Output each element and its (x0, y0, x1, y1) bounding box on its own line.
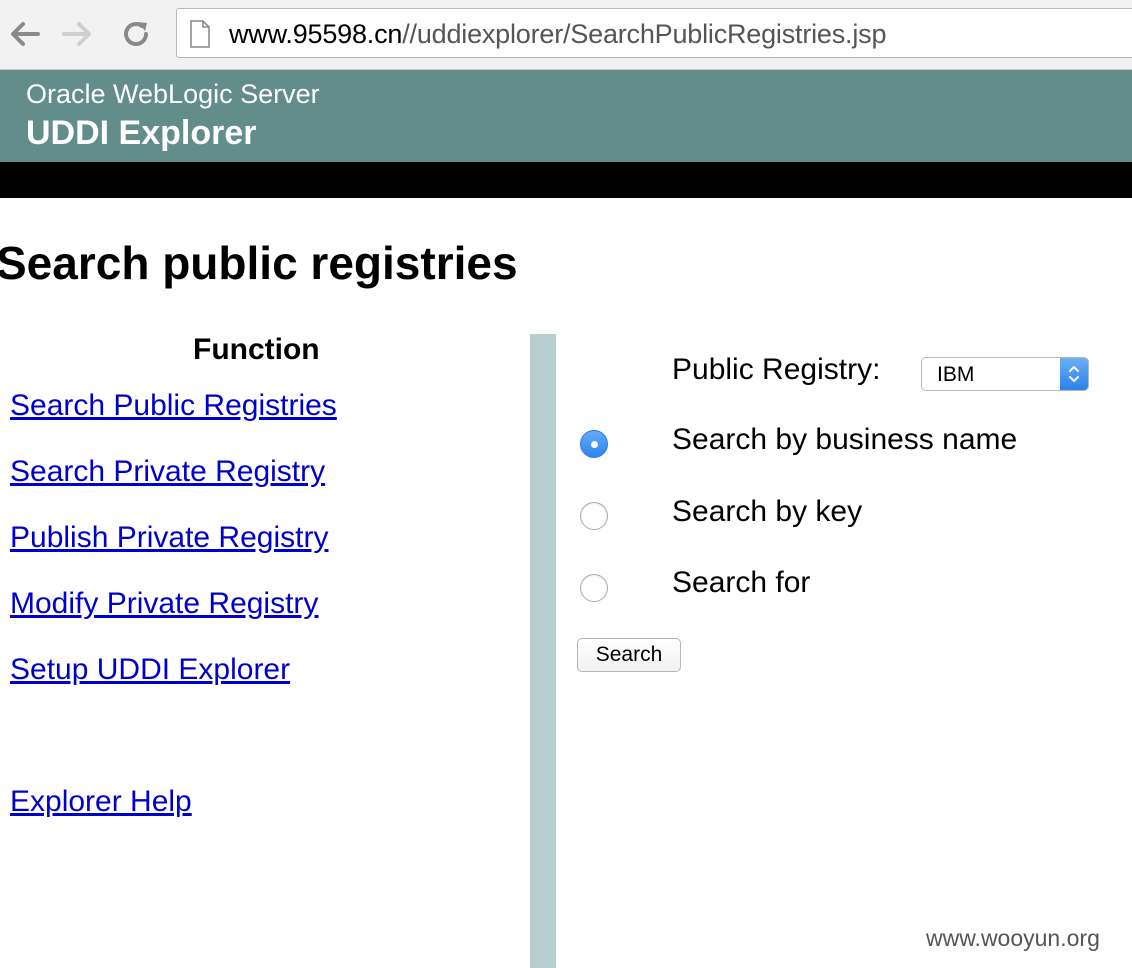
radio-search-for[interactable] (580, 574, 608, 602)
radio-search-by-key[interactable] (580, 502, 608, 530)
url-host: www.95598.cn (229, 19, 403, 49)
public-registry-value: IBM (937, 363, 975, 386)
link-search-private-registry[interactable]: Search Private Registry (10, 455, 325, 489)
reload-icon[interactable] (116, 14, 156, 54)
url-path: //uddiexplorer/SearchPublicRegistries.js… (402, 19, 887, 49)
link-search-public-registries[interactable]: Search Public Registries (10, 389, 337, 423)
column-divider (530, 334, 556, 968)
radio-selected-dot (591, 441, 598, 448)
address-bar[interactable]: www.95598.cn//uddiexplorer/SearchPublicR… (176, 8, 1132, 58)
header-divider-bar (0, 162, 1132, 198)
page-icon (189, 20, 211, 53)
link-modify-private-registry[interactable]: Modify Private Registry (10, 587, 318, 621)
back-arrow-icon[interactable] (4, 14, 44, 54)
url-text: www.95598.cn//uddiexplorer/SearchPublicR… (229, 19, 886, 50)
label-search-by-business-name: Search by business name (672, 423, 1018, 456)
function-heading: Function (193, 333, 320, 366)
radio-search-by-business-name[interactable] (580, 430, 608, 458)
watermark-text: www.wooyun.org (926, 925, 1100, 951)
public-registry-select[interactable]: IBM (921, 357, 1089, 391)
forward-arrow-icon[interactable] (58, 14, 98, 54)
label-search-by-key: Search by key (672, 495, 863, 528)
product-name: Oracle WebLogic Server (26, 79, 320, 109)
label-search-for: Search for (672, 566, 811, 599)
link-publish-private-registry[interactable]: Publish Private Registry (10, 521, 328, 555)
app-name: UDDI Explorer (26, 114, 257, 152)
link-explorer-help[interactable]: Explorer Help (10, 785, 192, 819)
search-button[interactable]: Search (577, 638, 681, 672)
select-arrows-icon (1060, 358, 1088, 390)
link-setup-uddi-explorer[interactable]: Setup UDDI Explorer (10, 653, 290, 687)
public-registry-label: Public Registry: (672, 353, 881, 386)
page-title: Search public registries (0, 237, 518, 289)
app-header: Oracle WebLogic Server UDDI Explorer (0, 70, 1132, 162)
browser-toolbar: www.95598.cn//uddiexplorer/SearchPublicR… (0, 0, 1132, 70)
